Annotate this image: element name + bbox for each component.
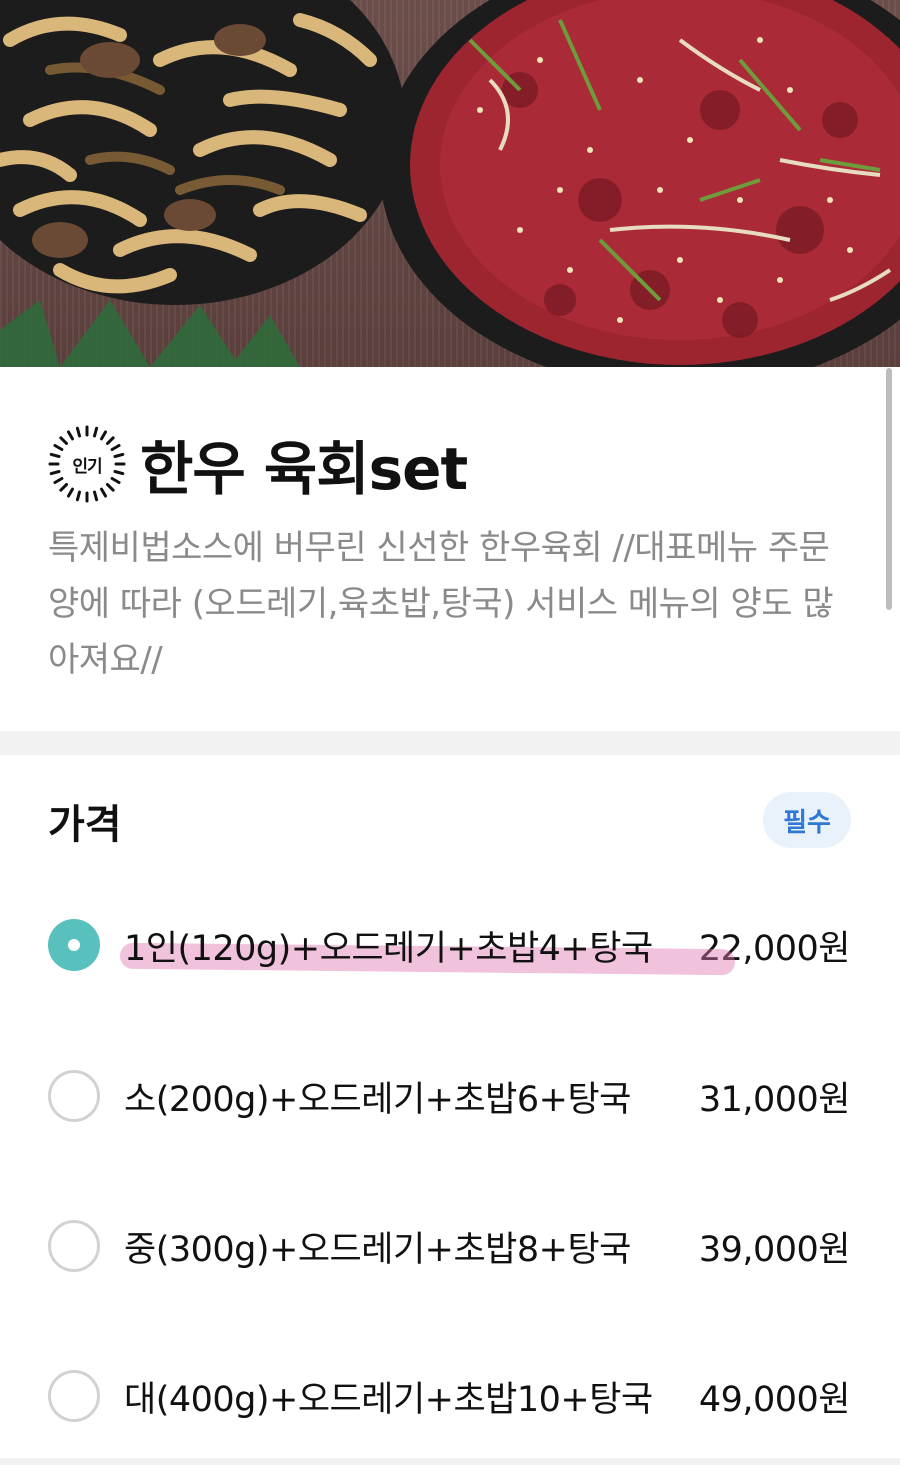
menu-title: 한우 육회set	[140, 435, 468, 503]
menu-description: 특제비법소스에 버무린 신선한 한우육회 //대표메뉴 주문양에 따라 (오드레…	[48, 528, 834, 680]
required-badge: 필수	[763, 792, 851, 848]
bottom-divider	[0, 1458, 900, 1465]
section-divider	[0, 731, 900, 755]
price-option-2[interactable]: 소(200g)+오드레기+초밥6+탕국 31,000원	[48, 1066, 851, 1126]
option-label: 1인(120g)+오드레기+초밥4+탕국	[124, 928, 653, 969]
radio-empty-icon[interactable]	[48, 1220, 100, 1272]
option-price: 39,000원	[698, 1229, 851, 1270]
scrollbar[interactable]	[886, 368, 892, 610]
option-label: 대(400g)+오드레기+초밥10+탕국	[124, 1379, 653, 1420]
menu-photo	[0, 0, 900, 367]
option-price: 49,000원	[698, 1379, 851, 1420]
food-photo-illustration	[0, 0, 900, 367]
radio-empty-icon[interactable]	[48, 1070, 100, 1122]
price-option-4[interactable]: 대(400g)+오드레기+초밥10+탕국 49,000원	[48, 1366, 851, 1426]
radio-selected-icon[interactable]	[48, 919, 100, 971]
option-label: 소(200g)+오드레기+초밥6+탕국	[124, 1079, 631, 1120]
price-section-title: 가격	[48, 802, 122, 848]
popular-badge-label: 인기	[72, 456, 102, 477]
option-label: 중(300g)+오드레기+초밥8+탕국	[124, 1229, 631, 1270]
menu-title-row: 인기 한우 육회set	[48, 422, 468, 506]
price-option-3[interactable]: 중(300g)+오드레기+초밥8+탕국 39,000원	[48, 1216, 851, 1276]
price-option-1[interactable]: 1인(120g)+오드레기+초밥4+탕국 22,000원	[48, 915, 851, 975]
option-price: 31,000원	[698, 1079, 851, 1120]
popular-badge-icon: 인기	[48, 425, 126, 503]
radio-empty-icon[interactable]	[48, 1370, 100, 1422]
